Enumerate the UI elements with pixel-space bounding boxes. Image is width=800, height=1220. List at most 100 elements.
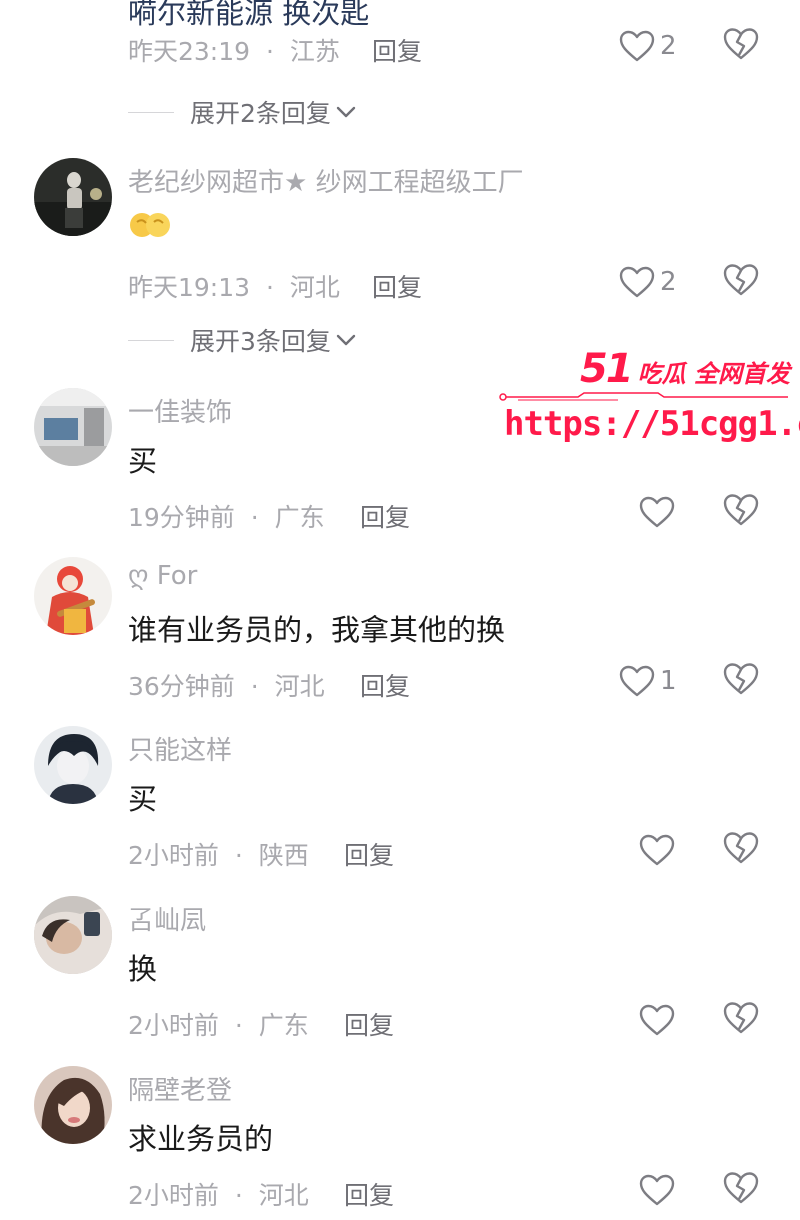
dislike-button[interactable] (722, 262, 762, 302)
comment-meta: 36分钟前 · 河北 (128, 667, 325, 703)
expand-replies-button[interactable]: 展开2条回复 (128, 94, 357, 130)
avatar[interactable] (34, 557, 112, 635)
comment-item: 嗬尔新能源 换次匙 昨天23:19 · 江苏 回复 2 (0, 0, 800, 66)
comment-meta: 昨天23:19 · 江苏 (128, 32, 340, 68)
comment-section: 嗬尔新能源 换次匙 昨天23:19 · 江苏 回复 2 展开2条回复 老纪纱网超… (0, 0, 800, 1220)
comment-item: 老纪纱网超市★ 纱网工程超级工厂 昨天19:13 · 河北 回复 2 (0, 158, 800, 308)
comment-time: 19分钟前 (128, 503, 235, 532)
dislike-button[interactable] (722, 492, 762, 532)
like-count: 2 (660, 267, 677, 297)
avatar[interactable] (34, 158, 112, 236)
heart-outline-icon (619, 665, 655, 697)
comment-username[interactable]: ღ For (128, 561, 197, 591)
expand-label: 展开3条回复 (190, 327, 331, 356)
comment-time: 昨天19:13 (128, 273, 251, 302)
reply-button[interactable]: 回复 (344, 1006, 394, 1042)
meta-separator: · (234, 841, 243, 870)
comment-username[interactable]: 叾屾凨 (128, 900, 206, 937)
broken-heart-icon (723, 1172, 759, 1204)
comment-text: 嗬尔新能源 换次匙 (128, 0, 370, 30)
heart-outline-icon (639, 1174, 675, 1206)
comment-item: ღ For 谁有业务员的，我拿其他的换 36分钟前 · 河北 回复 1 (0, 557, 800, 707)
comment-meta: 昨天19:13 · 河北 (128, 268, 340, 304)
hands-emoji-icon (130, 213, 170, 237)
reply-button[interactable]: 回复 (344, 1176, 394, 1212)
meta-separator: · (234, 1181, 243, 1210)
chevron-down-icon (336, 334, 356, 346)
comment-text: 谁有业务员的，我拿其他的换 (128, 613, 506, 647)
meta-separator: · (234, 1011, 243, 1040)
comment-location: 广东 (258, 1011, 309, 1040)
like-button[interactable] (638, 830, 680, 870)
expand-label: 展开2条回复 (190, 99, 331, 128)
broken-heart-icon (723, 1002, 759, 1034)
divider (128, 339, 174, 341)
comment-item: 叾屾凨 换 2小时前 · 广东 回复 (0, 896, 800, 1046)
dislike-button[interactable] (722, 26, 762, 66)
watermark-brand-text: 吃瓜 全网首发 (637, 360, 790, 388)
like-button[interactable]: 1 (618, 661, 677, 701)
like-button[interactable] (638, 1170, 680, 1210)
like-button[interactable] (638, 492, 680, 532)
like-count: 2 (660, 31, 677, 61)
comment-text: 买 (128, 444, 158, 478)
comment-text: 换 (128, 952, 158, 986)
chevron-down-icon (336, 106, 356, 118)
like-count: 1 (660, 666, 677, 696)
avatar[interactable] (34, 388, 112, 466)
comment-username[interactable]: 隔壁老登 (128, 1070, 232, 1107)
comment-location: 广东 (274, 503, 325, 532)
comment-time: 36分钟前 (128, 672, 235, 701)
reply-button[interactable]: 回复 (372, 268, 422, 304)
like-button[interactable]: 2 (618, 262, 677, 302)
avatar[interactable] (34, 726, 112, 804)
comment-text: 求业务员的 (128, 1122, 274, 1156)
heart-outline-icon (639, 496, 675, 528)
dislike-button[interactable] (722, 1000, 762, 1040)
watermark-url: https://51cgg1.com (504, 404, 800, 444)
comment-username[interactable]: 只能这样 (128, 730, 232, 767)
broken-heart-icon (723, 494, 759, 526)
broken-heart-icon (723, 28, 759, 60)
meta-separator: · (266, 37, 274, 66)
heart-outline-icon (639, 834, 675, 866)
meta-separator: · (250, 503, 259, 532)
comment-time: 2小时前 (128, 1011, 219, 1040)
comment-item: 只能这样 买 2小时前 · 陕西 回复 (0, 726, 800, 876)
comment-meta: 2小时前 · 河北 (128, 1176, 309, 1212)
comment-meta: 19分钟前 · 广东 (128, 498, 325, 534)
reply-button[interactable]: 回复 (360, 498, 410, 534)
meta-separator: · (266, 273, 274, 302)
comment-meta: 2小时前 · 广东 (128, 1006, 309, 1042)
expand-replies-button[interactable]: 展开3条回复 (128, 322, 357, 358)
comment-location: 陕西 (258, 841, 309, 870)
avatar[interactable] (34, 896, 112, 974)
dislike-button[interactable] (722, 830, 762, 870)
comment-meta: 2小时前 · 陕西 (128, 836, 309, 872)
divider (128, 111, 174, 113)
comment-time: 昨天23:19 (128, 37, 251, 66)
comment-username[interactable]: 老纪纱网超市★ 纱网工程超级工厂 (128, 162, 524, 199)
like-button[interactable] (638, 1000, 680, 1040)
watermark-brand: 51 吃瓜 全网首发 (580, 346, 790, 392)
comment-location: 江苏 (289, 37, 340, 66)
reply-button[interactable]: 回复 (372, 32, 422, 68)
like-button[interactable]: 2 (618, 26, 677, 66)
comment-username[interactable]: 一佳装饰 (128, 392, 232, 429)
heart-outline-icon (619, 266, 655, 298)
broken-heart-icon (723, 264, 759, 296)
comment-time: 2小时前 (128, 841, 219, 870)
reply-button[interactable]: 回复 (360, 667, 410, 703)
watermark-brand-number: 51 (579, 346, 634, 392)
dislike-button[interactable] (722, 661, 762, 701)
broken-heart-icon (723, 663, 759, 695)
comment-text: 买 (128, 782, 158, 816)
comment-time: 2小时前 (128, 1181, 219, 1210)
watermark-circuit-line (499, 392, 788, 401)
comment-location: 河北 (258, 1181, 309, 1210)
avatar[interactable] (34, 1066, 112, 1144)
dislike-button[interactable] (722, 1170, 762, 1210)
comment-location: 河北 (289, 273, 340, 302)
comment-item: 隔壁老登 求业务员的 2小时前 · 河北 回复 (0, 1066, 800, 1216)
reply-button[interactable]: 回复 (344, 836, 394, 872)
